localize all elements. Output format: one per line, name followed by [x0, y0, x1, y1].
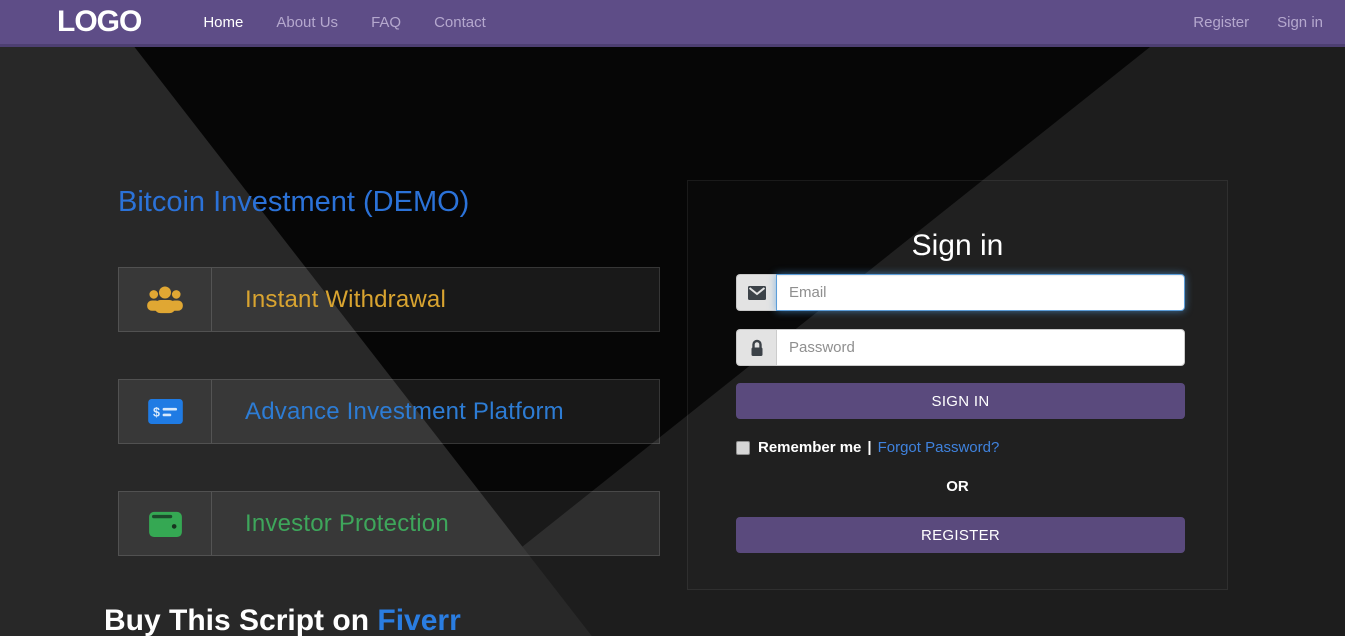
email-input-group — [736, 274, 1185, 311]
nav-item-register[interactable]: Register — [1193, 14, 1249, 31]
password-input-group — [736, 329, 1185, 366]
top-navbar: LOGO Home About Us FAQ Contact Register … — [0, 0, 1345, 47]
fiverr-link[interactable]: Fiverr — [377, 604, 460, 636]
footer-promo: Buy This Script on Fiverr — [104, 604, 461, 636]
feature-label: Instant Withdrawal — [245, 285, 447, 313]
email-field[interactable] — [776, 274, 1185, 311]
signin-panel: Sign in SIGN IN Remember me — [687, 180, 1228, 590]
page-title: Bitcoin Investment (DEMO) — [118, 186, 470, 218]
nav-auth-links: Register Sign in — [1193, 14, 1323, 31]
nav-item-about-us[interactable]: About Us — [276, 14, 338, 31]
wallet-icon — [119, 492, 212, 555]
lock-icon — [736, 329, 776, 366]
nav-item-sign-in[interactable]: Sign in — [1277, 14, 1323, 31]
or-divider-label: OR — [946, 478, 969, 495]
remember-me-checkbox[interactable] — [736, 440, 750, 455]
feature-label: Advance Investment Platform — [245, 397, 564, 425]
register-button[interactable]: REGISTER — [736, 517, 1185, 553]
signin-title: Sign in — [911, 229, 1004, 262]
sign-in-button[interactable]: SIGN IN — [736, 383, 1185, 419]
forgot-password-link[interactable]: Forgot Password? — [878, 439, 1000, 456]
feature-card-instant-withdrawal: Instant Withdrawal — [118, 267, 660, 332]
svg-text:$: $ — [153, 405, 160, 419]
envelope-icon — [736, 274, 776, 311]
footer-promo-text: Buy This Script on — [104, 604, 370, 636]
users-icon — [119, 268, 212, 331]
feature-card-advance-investment: $ Advance Investment Platform — [118, 379, 660, 444]
password-field[interactable] — [776, 329, 1185, 366]
feature-label: Investor Protection — [245, 509, 449, 537]
separator: | — [867, 439, 872, 456]
remember-me-label: Remember me — [758, 439, 862, 456]
nav-item-home[interactable]: Home — [203, 14, 243, 31]
nav-links: Home About Us FAQ Contact — [203, 14, 485, 31]
remember-row: Remember me | Forgot Password? — [736, 439, 999, 456]
page: LOGO Home About Us FAQ Contact Register … — [0, 0, 1345, 636]
nav-item-faq[interactable]: FAQ — [371, 14, 401, 31]
feature-card-investor-protection: Investor Protection — [118, 491, 660, 556]
money-check-icon: $ — [119, 380, 212, 443]
nav-item-contact[interactable]: Contact — [434, 14, 486, 31]
brand-logo[interactable]: LOGO — [57, 7, 142, 37]
